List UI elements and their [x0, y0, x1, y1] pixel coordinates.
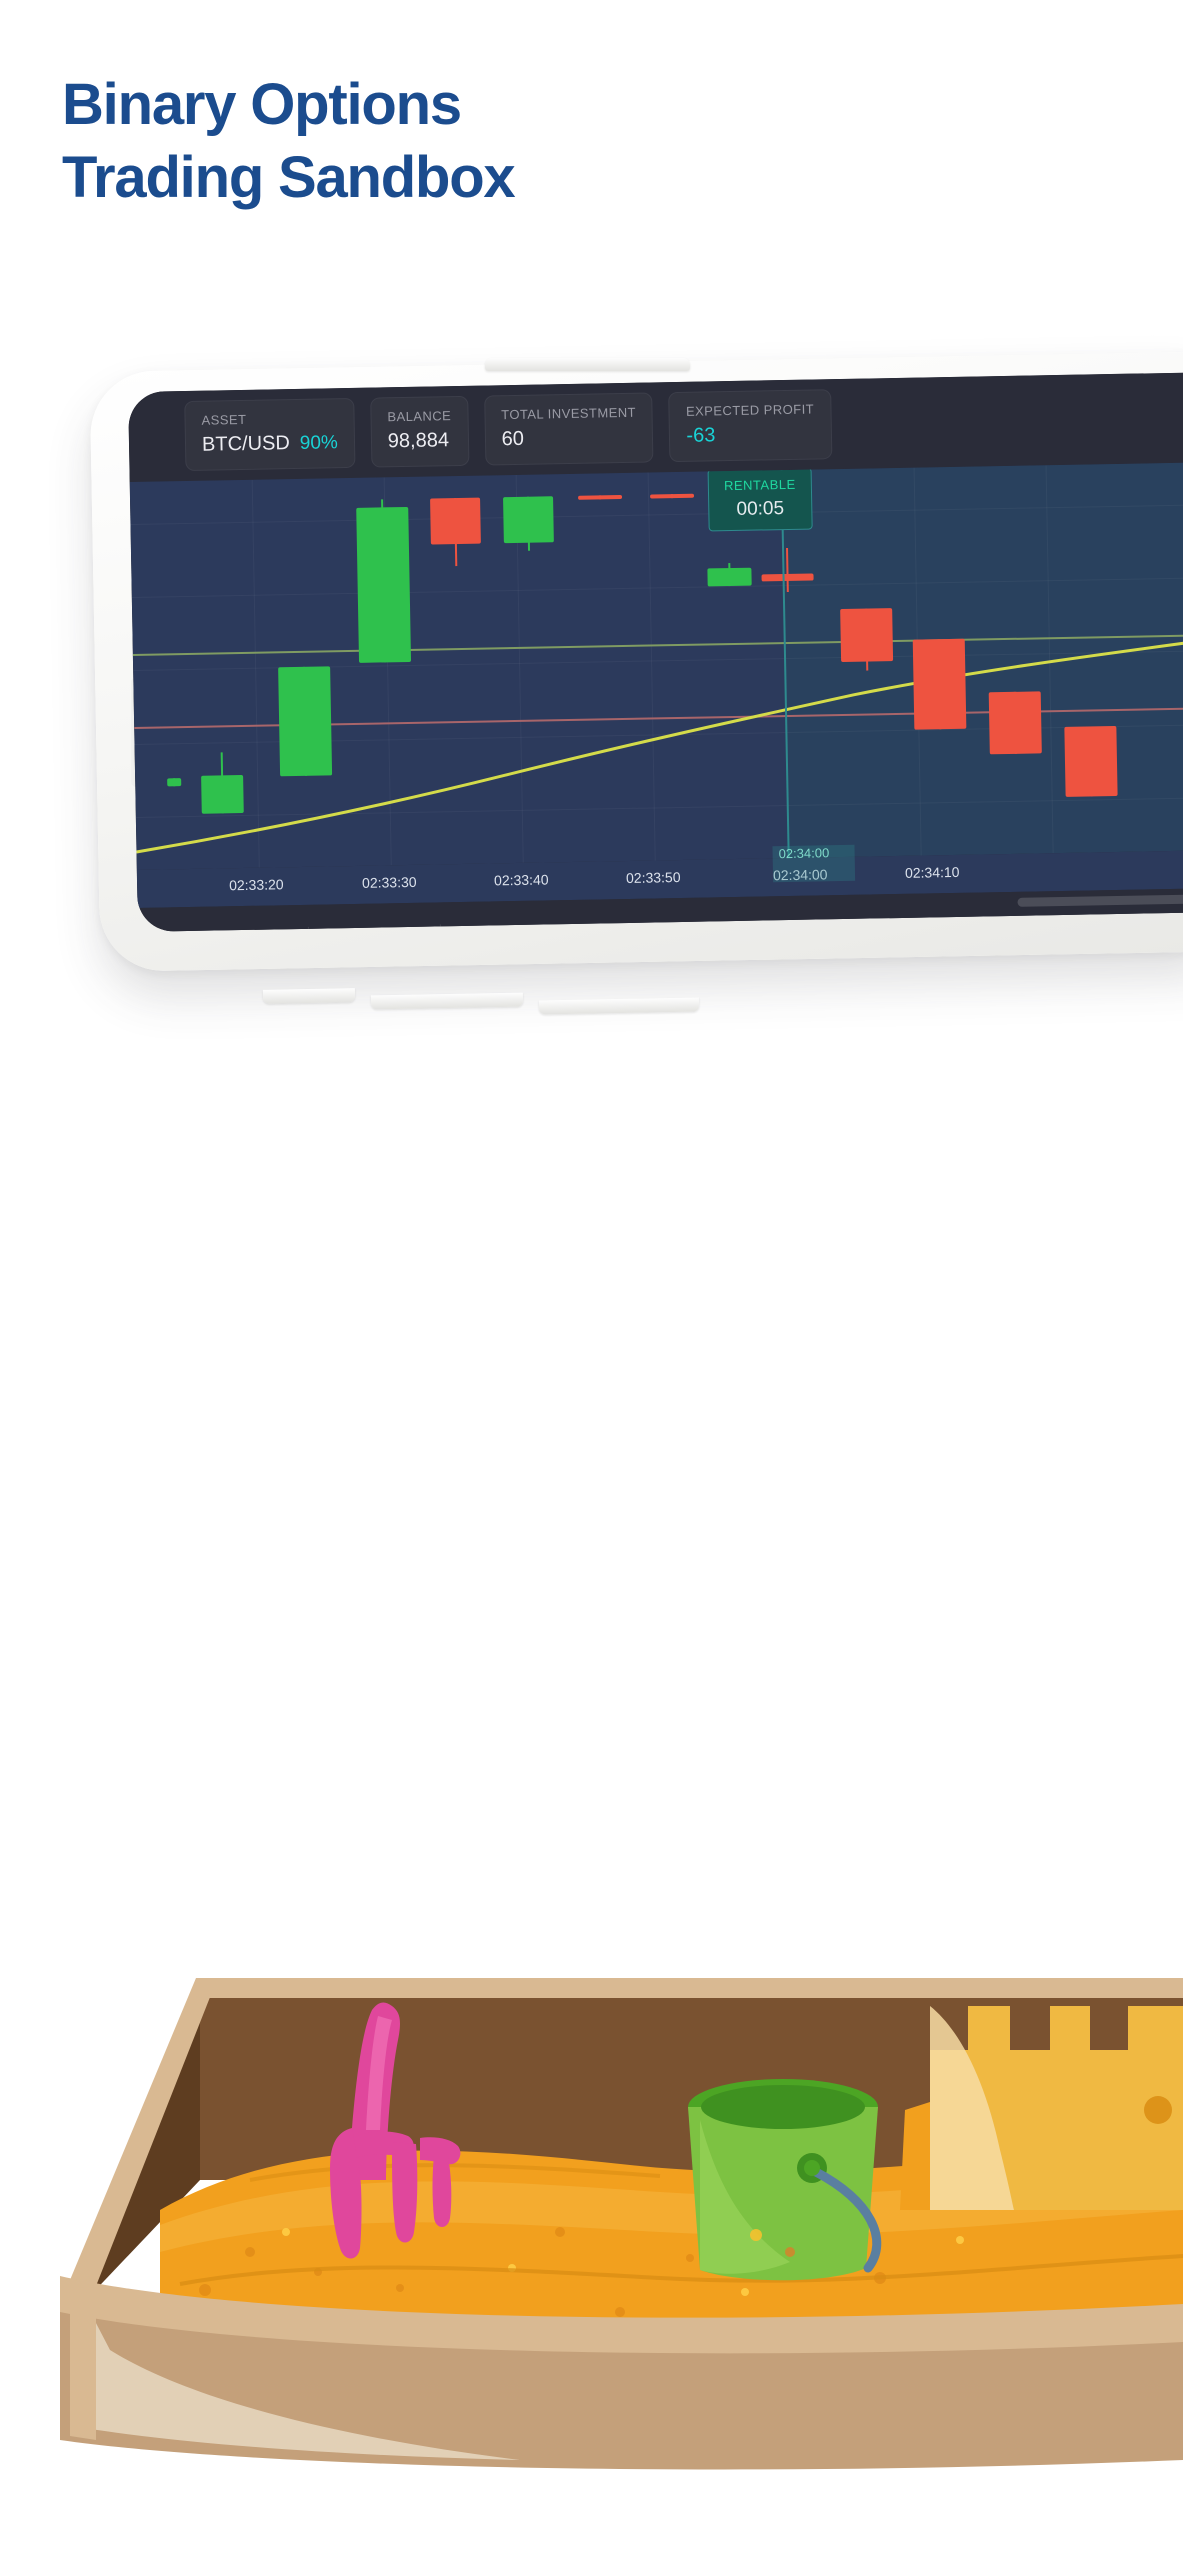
time-tick-0: 02:33:20 — [228, 876, 284, 894]
candle — [578, 473, 629, 862]
bottom-button-2[interactable] — [370, 992, 524, 1010]
bottom-button-1[interactable] — [262, 988, 356, 1004]
expiry-time-marker-label: 02:34:00 — [778, 845, 830, 862]
power-button[interactable] — [485, 358, 690, 371]
info-card-total-investment-value: 60 — [501, 427, 525, 451]
info-card-balance-value: 98,884 — [387, 429, 450, 453]
info-card-total-investment-label: TOTAL INVESTMENT — [501, 404, 637, 423]
candle-body — [167, 778, 182, 787]
sandbox-back-rim — [196, 1978, 1183, 1998]
page-title: Binary Options Trading Sandbox — [62, 68, 962, 214]
candle-body — [503, 496, 554, 544]
payout-percent: 90% — [299, 432, 339, 454]
candle — [430, 476, 487, 865]
time-tick-5: 02:34:10 — [904, 863, 960, 881]
sandbox-illustration — [60, 1978, 1183, 2470]
bucket — [688, 2079, 882, 2281]
info-card-expected-profit-label: EXPECTED PROFIT — [685, 401, 815, 419]
candle-body — [578, 495, 623, 500]
candle — [275, 478, 334, 867]
candle-wick — [786, 547, 789, 593]
expiry-time-marker: 02:34:00 — [772, 844, 856, 883]
candle-body — [650, 493, 695, 499]
candle-body — [1064, 725, 1118, 797]
info-card-expected-profit-value: -63 — [686, 424, 716, 447]
candle — [910, 467, 969, 856]
candle-body — [761, 573, 814, 582]
info-card-asset-label: ASSET — [201, 411, 247, 428]
page-title-line-1: Binary Options — [62, 72, 462, 137]
candle-body — [840, 608, 894, 663]
time-tick-1: 02:33:30 — [361, 873, 417, 891]
time-tick-3: 02:33:50 — [625, 869, 681, 886]
rentable-badge-countdown: 00:05 — [736, 498, 785, 520]
candle — [196, 480, 245, 869]
candle — [1060, 464, 1119, 853]
candle-body — [988, 691, 1042, 755]
phone-mockup: ASSET BTC/USD 90% BALANCE 98,884 TOTAL IN… — [89, 351, 1183, 1015]
candlestick-chart[interactable]: RENTABLE 00:05 — [129, 462, 1183, 870]
info-card-expected-profit[interactable]: EXPECTED PROFIT -63 — [668, 389, 832, 463]
info-card-balance-label: BALANCE — [387, 408, 452, 425]
candle-body — [430, 497, 481, 545]
info-card-total-investment[interactable]: TOTAL INVESTMENT 60 — [483, 392, 654, 466]
time-tick-2: 02:33:40 — [493, 871, 549, 889]
sandbox-left-edge — [70, 2280, 96, 2440]
info-card-asset[interactable]: ASSET BTC/USD 90% — [184, 397, 356, 472]
candle — [985, 465, 1044, 854]
candle-body — [912, 638, 967, 730]
candle — [650, 472, 701, 861]
phone-screen: ASSET BTC/USD 90% BALANCE 98,884 TOTAL IN… — [128, 372, 1183, 932]
page-title-line-2: Trading Sandbox — [62, 145, 516, 211]
info-card-asset-value: BTC/USD 90% — [201, 432, 339, 456]
candle-body — [707, 567, 752, 587]
candle-body — [201, 775, 244, 814]
info-card-balance[interactable]: BALANCE 98,884 — [370, 395, 470, 468]
bottom-button-3[interactable] — [538, 997, 700, 1015]
rentable-badge[interactable]: RENTABLE 00:05 — [707, 467, 813, 532]
candle — [356, 477, 415, 866]
candle — [838, 468, 897, 857]
rentable-badge-title: RENTABLE — [723, 476, 796, 494]
candle — [503, 474, 560, 863]
candle-body — [278, 666, 333, 777]
candle-body — [356, 506, 412, 663]
